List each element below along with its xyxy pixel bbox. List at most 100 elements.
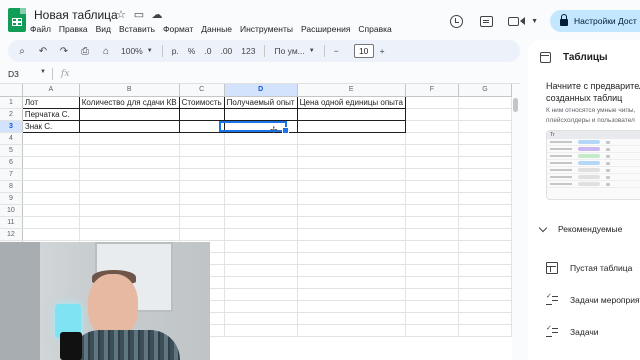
menu-file[interactable]: Файл [30,24,51,34]
cell-f2[interactable] [405,108,459,121]
cell-d19[interactable] [224,312,298,325]
cell-c2[interactable] [179,108,225,121]
cell-e3[interactable] [297,120,406,133]
cell-e15[interactable] [297,264,406,277]
cell-f15[interactable] [405,264,459,277]
document-title[interactable]: Новая таблица [34,8,118,22]
cell-c6[interactable] [179,156,225,169]
cell-e20[interactable] [297,324,406,337]
cell-f1[interactable] [405,96,459,109]
sheets-logo-icon[interactable] [8,8,26,32]
cell-g17[interactable] [458,288,512,301]
share-button[interactable]: Настройки Дост [550,10,640,32]
cell-b8[interactable] [79,180,180,193]
cell-g3[interactable] [458,120,512,133]
column-header-a[interactable]: A [22,84,80,97]
cell-d6[interactable] [224,156,298,169]
cell-d3[interactable] [224,120,298,133]
font-size-increase-button[interactable]: + [380,40,385,62]
version-history-button[interactable] [448,13,464,29]
cell-c11[interactable] [179,216,225,229]
cell-d12[interactable] [224,228,298,241]
cell-e19[interactable] [297,312,406,325]
cell-d2[interactable] [224,108,298,121]
row-header[interactable]: 2 [0,108,23,121]
cell-f12[interactable] [405,228,459,241]
cell-d14[interactable] [224,252,298,265]
cell-e13[interactable] [297,240,406,253]
meet-button[interactable]: ▼ [508,16,538,26]
cell-b1[interactable]: Количество для сдачи КВ [79,96,180,109]
cell-e1[interactable]: Цена одной единицы опыта [297,96,406,109]
cell-f14[interactable] [405,252,459,265]
currency-format-button[interactable]: р. [172,40,179,62]
redo-button[interactable]: ↷ [58,40,70,62]
cell-a11[interactable] [22,216,80,229]
percent-format-button[interactable]: % [188,40,196,62]
undo-button[interactable]: ↶ [37,40,49,62]
cell-b10[interactable] [79,204,180,217]
recommended-section-toggle[interactable]: Рекомендуемые [538,223,622,234]
menu-format[interactable]: Формат [163,24,193,34]
cell-d10[interactable] [224,204,298,217]
cell-a3[interactable]: Знак С. [22,120,80,133]
cell-g9[interactable] [458,192,512,205]
scrollbar-thumb[interactable] [513,98,518,112]
cell-c4[interactable] [179,132,225,145]
cell-e11[interactable] [297,216,406,229]
cell-c5[interactable] [179,144,225,157]
cell-f13[interactable] [405,240,459,253]
cell-d15[interactable] [224,264,298,277]
cell-g19[interactable] [458,312,512,325]
row-header[interactable]: 9 [0,192,23,205]
cell-e10[interactable] [297,204,406,217]
font-size-decrease-button[interactable]: − [334,40,339,62]
column-header-g[interactable]: G [458,84,512,97]
cell-c8[interactable] [179,180,225,193]
cell-d5[interactable] [224,144,298,157]
cell-b3[interactable] [79,120,180,133]
cell-a5[interactable] [22,144,80,157]
cell-f3[interactable] [405,120,459,133]
number-format-button[interactable]: 123 [241,40,255,62]
zoom-select[interactable]: 100% ▼ [121,40,153,62]
row-header[interactable]: 7 [0,168,23,181]
cell-a7[interactable] [22,168,80,181]
cell-b2[interactable] [79,108,180,121]
font-select[interactable]: По ум... ▼ [274,40,314,62]
cell-b7[interactable] [79,168,180,181]
cell-g8[interactable] [458,180,512,193]
vertical-scrollbar[interactable] [512,96,520,360]
cell-f16[interactable] [405,276,459,289]
font-size-input[interactable]: 10 [353,44,374,58]
row-header[interactable]: 11 [0,216,23,229]
cell-a8[interactable] [22,180,80,193]
star-icon[interactable]: ☆ [114,8,128,21]
cell-g12[interactable] [458,228,512,241]
cell-g13[interactable] [458,240,512,253]
cell-d9[interactable] [224,192,298,205]
cell-f9[interactable] [405,192,459,205]
cell-c12[interactable] [179,228,225,241]
cell-e2[interactable] [297,108,406,121]
cell-c10[interactable] [179,204,225,217]
comments-button[interactable] [478,13,494,29]
print-button[interactable]: ⎙ [79,40,91,62]
column-header-d[interactable]: D [224,84,298,97]
cell-f5[interactable] [405,144,459,157]
row-header[interactable]: 5 [0,144,23,157]
move-folder-icon[interactable]: ▭ [132,8,146,21]
template-blank-table[interactable]: Пустая таблица [546,262,632,274]
cell-g11[interactable] [458,216,512,229]
row-header[interactable]: 6 [0,156,23,169]
row-header[interactable]: 8 [0,180,23,193]
cell-b6[interactable] [79,156,180,169]
cell-e14[interactable] [297,252,406,265]
cell-f20[interactable] [405,324,459,337]
cell-f19[interactable] [405,312,459,325]
cell-f4[interactable] [405,132,459,145]
column-header-c[interactable]: C [179,84,225,97]
row-header[interactable]: 1 [0,96,23,109]
cell-e9[interactable] [297,192,406,205]
cell-e6[interactable] [297,156,406,169]
